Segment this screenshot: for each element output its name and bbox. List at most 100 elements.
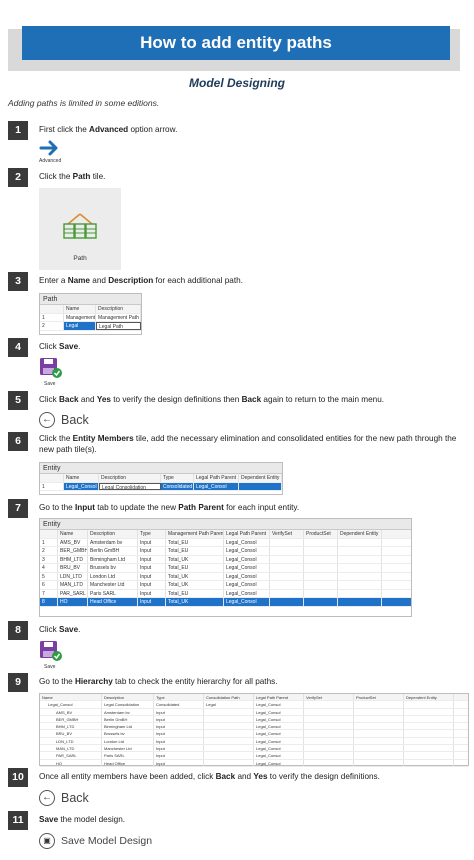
table-cell[interactable] bbox=[204, 737, 254, 745]
table-cell[interactable]: BRU_BV bbox=[58, 564, 88, 572]
table-cell[interactable]: Brussels bv bbox=[102, 730, 154, 737]
table-cell[interactable]: Input bbox=[154, 723, 204, 730]
table-cell[interactable] bbox=[204, 715, 254, 723]
table-cell[interactable]: Input bbox=[138, 538, 166, 546]
table-cell[interactable]: Input bbox=[138, 547, 166, 555]
table-cell[interactable] bbox=[338, 581, 382, 589]
table-cell[interactable]: Input bbox=[138, 589, 166, 597]
table-row[interactable]: 7 PAR_SARL Paris SARL Input Total_EU Legal_Co… bbox=[40, 589, 411, 598]
table-cell[interactable] bbox=[338, 572, 382, 580]
table-row[interactable]: BHM_LTD Birmingham Ltd Input Legal_Consol bbox=[40, 723, 468, 731]
table-row[interactable]: LDN_LTD London Ltd Input Legal_Consol bbox=[40, 737, 468, 746]
table-cell[interactable] bbox=[304, 745, 354, 752]
table-row[interactable]: 2 Legal Legal Path bbox=[40, 322, 141, 331]
table-cell[interactable]: Manchester Ltd bbox=[88, 581, 138, 589]
table-cell[interactable]: London Ltd bbox=[102, 737, 154, 745]
table-cell[interactable] bbox=[304, 759, 354, 766]
table-cell[interactable]: Legal_Consol bbox=[254, 715, 304, 723]
table-cell[interactable]: Paris SARL bbox=[102, 752, 154, 759]
back-button[interactable]: ← Back bbox=[39, 412, 89, 428]
table-cell[interactable]: Amsterdam bv bbox=[102, 708, 154, 715]
cell-name[interactable]: Legal_Consol bbox=[64, 482, 99, 490]
table-cell[interactable]: Legal_Consol bbox=[254, 752, 304, 759]
table-cell[interactable]: MAN_LTD bbox=[58, 581, 88, 589]
table-cell[interactable]: Legal_Consol bbox=[254, 723, 304, 730]
table-cell[interactable]: Legal_Consol bbox=[224, 598, 270, 606]
table-cell[interactable]: Total_EU bbox=[166, 538, 224, 546]
table-cell[interactable] bbox=[304, 708, 354, 715]
table-cell[interactable]: Input bbox=[138, 572, 166, 580]
table-cell[interactable] bbox=[204, 752, 254, 759]
table-cell[interactable] bbox=[354, 752, 404, 759]
table-cell[interactable]: Input bbox=[154, 708, 204, 715]
cell-description-editing[interactable]: Legal Consolidation bbox=[99, 482, 161, 490]
table-cell[interactable]: Legal_Consol bbox=[224, 547, 270, 555]
table-cell[interactable] bbox=[354, 737, 404, 745]
table-cell[interactable]: Input bbox=[138, 564, 166, 572]
table-row[interactable]: 4 BRU_BV Brussels bv Input Total_EU Legal_Con… bbox=[40, 564, 411, 573]
table-cell[interactable] bbox=[304, 730, 354, 737]
table-cell[interactable]: Total_EU bbox=[166, 589, 224, 597]
table-cell[interactable]: Total_EU bbox=[166, 547, 224, 555]
cell-description[interactable]: Management Path bbox=[96, 313, 141, 321]
table-cell[interactable] bbox=[354, 701, 404, 708]
table-cell[interactable] bbox=[404, 715, 454, 723]
table-cell[interactable]: Legal_Consol bbox=[254, 745, 304, 752]
table-cell[interactable] bbox=[304, 572, 338, 580]
table-cell[interactable]: AMS_BV bbox=[40, 708, 102, 715]
table-cell[interactable] bbox=[338, 564, 382, 572]
table-cell[interactable]: Input bbox=[154, 759, 204, 766]
table-cell[interactable] bbox=[270, 572, 304, 580]
table-cell[interactable]: PAR_SARL bbox=[58, 589, 88, 597]
table-cell[interactable] bbox=[270, 555, 304, 563]
table-cell[interactable]: Legal_Consol bbox=[224, 555, 270, 563]
table-cell[interactable] bbox=[304, 581, 338, 589]
table-cell[interactable]: Paris SARL bbox=[88, 589, 138, 597]
table-cell[interactable] bbox=[304, 715, 354, 723]
table-cell[interactable]: Birmingham Ltd bbox=[102, 723, 154, 730]
table-cell[interactable]: Total_EU bbox=[166, 564, 224, 572]
table-cell[interactable] bbox=[354, 715, 404, 723]
table-cell[interactable]: Input bbox=[154, 752, 204, 759]
table-cell[interactable]: Legal_Consol bbox=[224, 572, 270, 580]
table-row[interactable]: MAN_LTD Manchester Ltd Input Legal_Consol bbox=[40, 745, 468, 753]
table-cell[interactable]: BHM_LTD bbox=[58, 555, 88, 563]
table-cell[interactable]: 1 bbox=[40, 538, 58, 546]
table-cell[interactable] bbox=[404, 745, 454, 752]
table-cell[interactable] bbox=[338, 547, 382, 555]
table-cell[interactable] bbox=[204, 745, 254, 752]
save-model-design-button[interactable]: ▣ Save Model Design bbox=[39, 833, 152, 849]
table-cell[interactable] bbox=[304, 547, 338, 555]
table-cell[interactable]: Legal_Consol bbox=[224, 538, 270, 546]
table-cell[interactable]: Legal_Consol bbox=[254, 759, 304, 766]
table-cell[interactable] bbox=[338, 555, 382, 563]
table-cell[interactable]: 4 bbox=[40, 564, 58, 572]
table-cell[interactable] bbox=[204, 730, 254, 737]
table-cell[interactable]: Total_UK bbox=[166, 598, 224, 606]
cell-description-editing[interactable]: Legal Path bbox=[96, 322, 141, 330]
table-row[interactable]: BRU_BV Brussels bv Input Legal_Consol bbox=[40, 730, 468, 738]
table-row[interactable]: 3 BHM_LTD Birmingham Ltd Input Total_UK Legal… bbox=[40, 555, 411, 564]
table-cell[interactable]: Input bbox=[154, 715, 204, 723]
table-cell[interactable] bbox=[354, 745, 404, 752]
table-cell[interactable] bbox=[204, 723, 254, 730]
table-cell[interactable]: Legal Consolidation bbox=[102, 701, 154, 708]
table-cell[interactable]: 6 bbox=[40, 581, 58, 589]
table-cell[interactable]: BRU_BV bbox=[40, 730, 102, 737]
table-cell[interactable]: Input bbox=[154, 730, 204, 737]
table-cell[interactable]: MAN_LTD bbox=[40, 745, 102, 752]
table-cell[interactable] bbox=[354, 708, 404, 715]
table-cell[interactable]: Amsterdam bv bbox=[88, 538, 138, 546]
table-cell[interactable]: Berlin GmBH bbox=[102, 715, 154, 723]
table-row[interactable]: HO Head Office Input Legal_Consol bbox=[40, 759, 468, 767]
table-cell[interactable]: Birmingham Ltd bbox=[88, 555, 138, 563]
table-cell[interactable] bbox=[338, 538, 382, 546]
table-row[interactable]: BER_GMBH Berlin GmBH Input Legal_Consol bbox=[40, 715, 468, 724]
table-cell[interactable]: BER_GMBH bbox=[58, 547, 88, 555]
table-cell[interactable] bbox=[404, 737, 454, 745]
table-cell[interactable]: 3 bbox=[40, 555, 58, 563]
table-cell[interactable]: BHM_LTD bbox=[40, 723, 102, 730]
table-cell[interactable]: Manchester Ltd bbox=[102, 745, 154, 752]
cell-legal-path-parent[interactable]: Legal_Consol bbox=[194, 482, 239, 490]
table-cell[interactable] bbox=[404, 759, 454, 766]
